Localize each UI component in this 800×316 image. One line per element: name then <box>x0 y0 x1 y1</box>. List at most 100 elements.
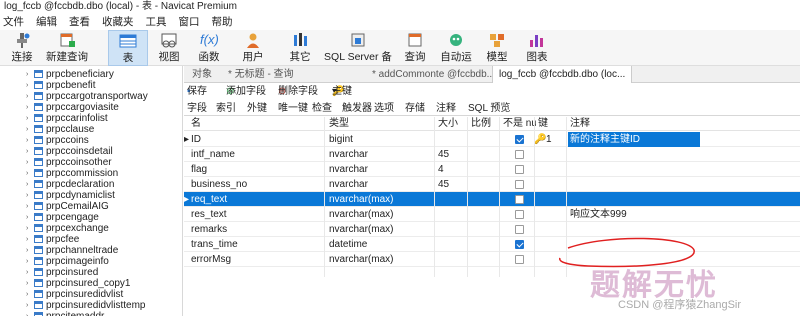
tab-triggers[interactable]: 触发器 <box>342 101 372 116</box>
view-icon <box>160 32 178 48</box>
table-row[interactable]: intf_name nvarchar 45 <box>184 147 800 162</box>
tree-item[interactable]: › prpccoinsdetail <box>26 146 113 157</box>
automation-button[interactable]: 自动运行 <box>436 30 476 78</box>
chart-icon <box>528 32 546 48</box>
table-icon <box>34 202 43 210</box>
tab-objects[interactable]: 对象 <box>186 66 218 83</box>
tree-item[interactable]: › prpcdeclaration <box>26 179 114 190</box>
model-label: 模型 <box>486 51 508 63</box>
menu-view[interactable]: 查看 <box>66 14 99 30</box>
tab-indexes[interactable]: 索引 <box>216 101 236 116</box>
model-button[interactable]: 模型 <box>482 30 512 66</box>
table-row[interactable]: res_text nvarchar(max) 响应文本999 <box>184 207 800 222</box>
table-icon <box>34 92 43 100</box>
table-row[interactable]: flag nvarchar 4 <box>184 162 800 177</box>
tree-item[interactable]: › prpccarinfolist <box>26 113 108 124</box>
table-label: 表 <box>122 52 134 64</box>
tree-item[interactable]: › prpcimageinfo <box>26 256 109 267</box>
tree-item[interactable]: › prpccommission <box>26 168 118 179</box>
tab-sql-preview[interactable]: SQL 预览 <box>468 101 510 116</box>
tab-checks[interactable]: 检查 <box>312 101 332 116</box>
design-actions: ▪ 保存 ⊕ 添加字段 ⊖ 删除字段 🔑 主键 ▾ <box>184 84 800 100</box>
tab-untitled-query[interactable]: * 无标题 - 查询 <box>222 66 300 83</box>
col-comment[interactable]: 注释 <box>570 117 590 131</box>
col-size[interactable]: 大小 <box>438 117 458 131</box>
tree-item[interactable]: › prpcbenefit <box>26 80 95 91</box>
not-null-checkbox[interactable] <box>515 180 524 189</box>
col-key[interactable]: 键 <box>538 117 548 131</box>
col-type[interactable]: 类型 <box>329 117 349 131</box>
col-not-null[interactable]: 不是 null <box>503 117 536 131</box>
backup-button[interactable]: SQL Server 备份 <box>320 30 396 78</box>
tab-addcommonte[interactable]: * addCommonte @fccbdb... <box>366 66 501 83</box>
tree-item[interactable]: › prpcengage <box>26 212 99 223</box>
column-divider <box>499 117 500 277</box>
watermark-credit: CSDN @程序猿ZhangSir <box>618 299 742 311</box>
table-row[interactable]: business_no nvarchar 45 <box>184 177 800 192</box>
table-button[interactable]: 表 <box>108 30 148 66</box>
main-toolbar: 连接 新建查询 表 视图 f(x) 函数 用户 其它 SQL Server 备 … <box>0 30 800 78</box>
table-row[interactable]: ▸ ID bigint 🔑 1 新的注释主键ID <box>184 132 800 147</box>
menu-file[interactable]: 文件 <box>0 14 33 30</box>
not-null-checkbox[interactable] <box>515 255 524 264</box>
not-null-checkbox[interactable] <box>515 195 524 204</box>
tab-foreign-keys[interactable]: 外键 <box>247 101 267 116</box>
function-label: 函数 <box>198 51 220 63</box>
col-name[interactable]: 名 <box>191 117 201 131</box>
col-scale[interactable]: 比例 <box>471 117 491 131</box>
tree-item[interactable]: › prpccargoviasite <box>26 102 119 113</box>
function-button[interactable]: f(x) 函数 <box>192 30 226 66</box>
tab-log-fccb[interactable]: log_fccb @fccbdb.dbo (loc... <box>492 66 633 83</box>
not-null-checkbox[interactable] <box>515 135 524 144</box>
not-null-checkbox[interactable] <box>515 150 524 159</box>
not-null-checkbox[interactable] <box>515 210 524 219</box>
table-icon <box>34 169 43 177</box>
tree-item[interactable]: › prpchanneltrade <box>26 245 118 256</box>
tree-item[interactable]: › prpcinsured_copy1 <box>26 278 131 289</box>
table-row-selected[interactable]: ▸ req_text nvarchar(max) <box>184 192 800 207</box>
tree-item[interactable]: › prpcinsuredidvlisttemp <box>26 300 146 311</box>
tree-item[interactable]: › prpcdynamiclist <box>26 190 115 201</box>
primary-key-button[interactable]: 🔑 主键 ▾ <box>332 84 352 100</box>
tree-item[interactable]: ›prpcitemaddr <box>26 311 104 316</box>
menu-edit[interactable]: 编辑 <box>33 14 66 30</box>
chart-button[interactable]: 图表 <box>522 30 552 66</box>
menu-help[interactable]: 帮助 <box>209 14 242 30</box>
tab-storage[interactable]: 存储 <box>405 101 425 116</box>
not-null-checkbox[interactable] <box>515 165 524 174</box>
tree-item[interactable]: › prpCemailAIG <box>26 201 109 212</box>
table-icon <box>34 114 43 122</box>
function-icon: f(x) <box>200 32 219 47</box>
not-null-checkbox[interactable] <box>515 240 524 249</box>
other-button[interactable]: 其它 <box>284 30 316 66</box>
table-icon <box>34 125 43 133</box>
menu-favorites[interactable]: 收藏夹 <box>99 14 143 30</box>
tree-item[interactable]: › prpcinsuredidvlist <box>26 289 123 300</box>
tab-unique-keys[interactable]: 唯一键 <box>278 101 308 116</box>
tree-item[interactable]: › prpcfee <box>26 234 79 245</box>
query-button[interactable]: 查询 <box>400 30 430 66</box>
user-button[interactable]: 用户 <box>236 30 270 66</box>
editor-tabs: 对象 * 无标题 - 查询 * addCommonte @fccbdb... l… <box>184 66 800 83</box>
column-divider <box>467 117 468 277</box>
tab-options[interactable]: 选项 <box>374 101 394 116</box>
query-label: 查询 <box>404 51 426 63</box>
menu-tools[interactable]: 工具 <box>143 14 176 30</box>
connect-button[interactable]: 连接 <box>6 30 38 66</box>
tree-item[interactable]: › prpcclause <box>26 124 94 135</box>
menu-window[interactable]: 窗口 <box>176 14 209 30</box>
query-icon <box>406 32 424 48</box>
tree-item[interactable]: › prpccargotransportway <box>26 91 148 102</box>
view-button[interactable]: 视图 <box>152 30 186 66</box>
tab-comment[interactable]: 注释 <box>436 101 456 116</box>
tree-item[interactable]: › prpccoinsother <box>26 157 112 168</box>
tree-item[interactable]: › prpcinsured <box>26 267 98 278</box>
tree-item[interactable]: › prpcexchange <box>26 223 109 234</box>
object-tree[interactable]: › prpcbeneficiary › prpcbenefit › prpccargo… <box>0 66 183 316</box>
table-icon <box>34 268 43 276</box>
tree-item[interactable]: › prpcbeneficiary <box>26 69 114 80</box>
new-query-button[interactable]: 新建查询 <box>46 30 88 66</box>
tab-fields[interactable]: 字段 <box>187 101 207 116</box>
tree-item[interactable]: › prpccoins <box>26 135 89 146</box>
not-null-checkbox[interactable] <box>515 225 524 234</box>
